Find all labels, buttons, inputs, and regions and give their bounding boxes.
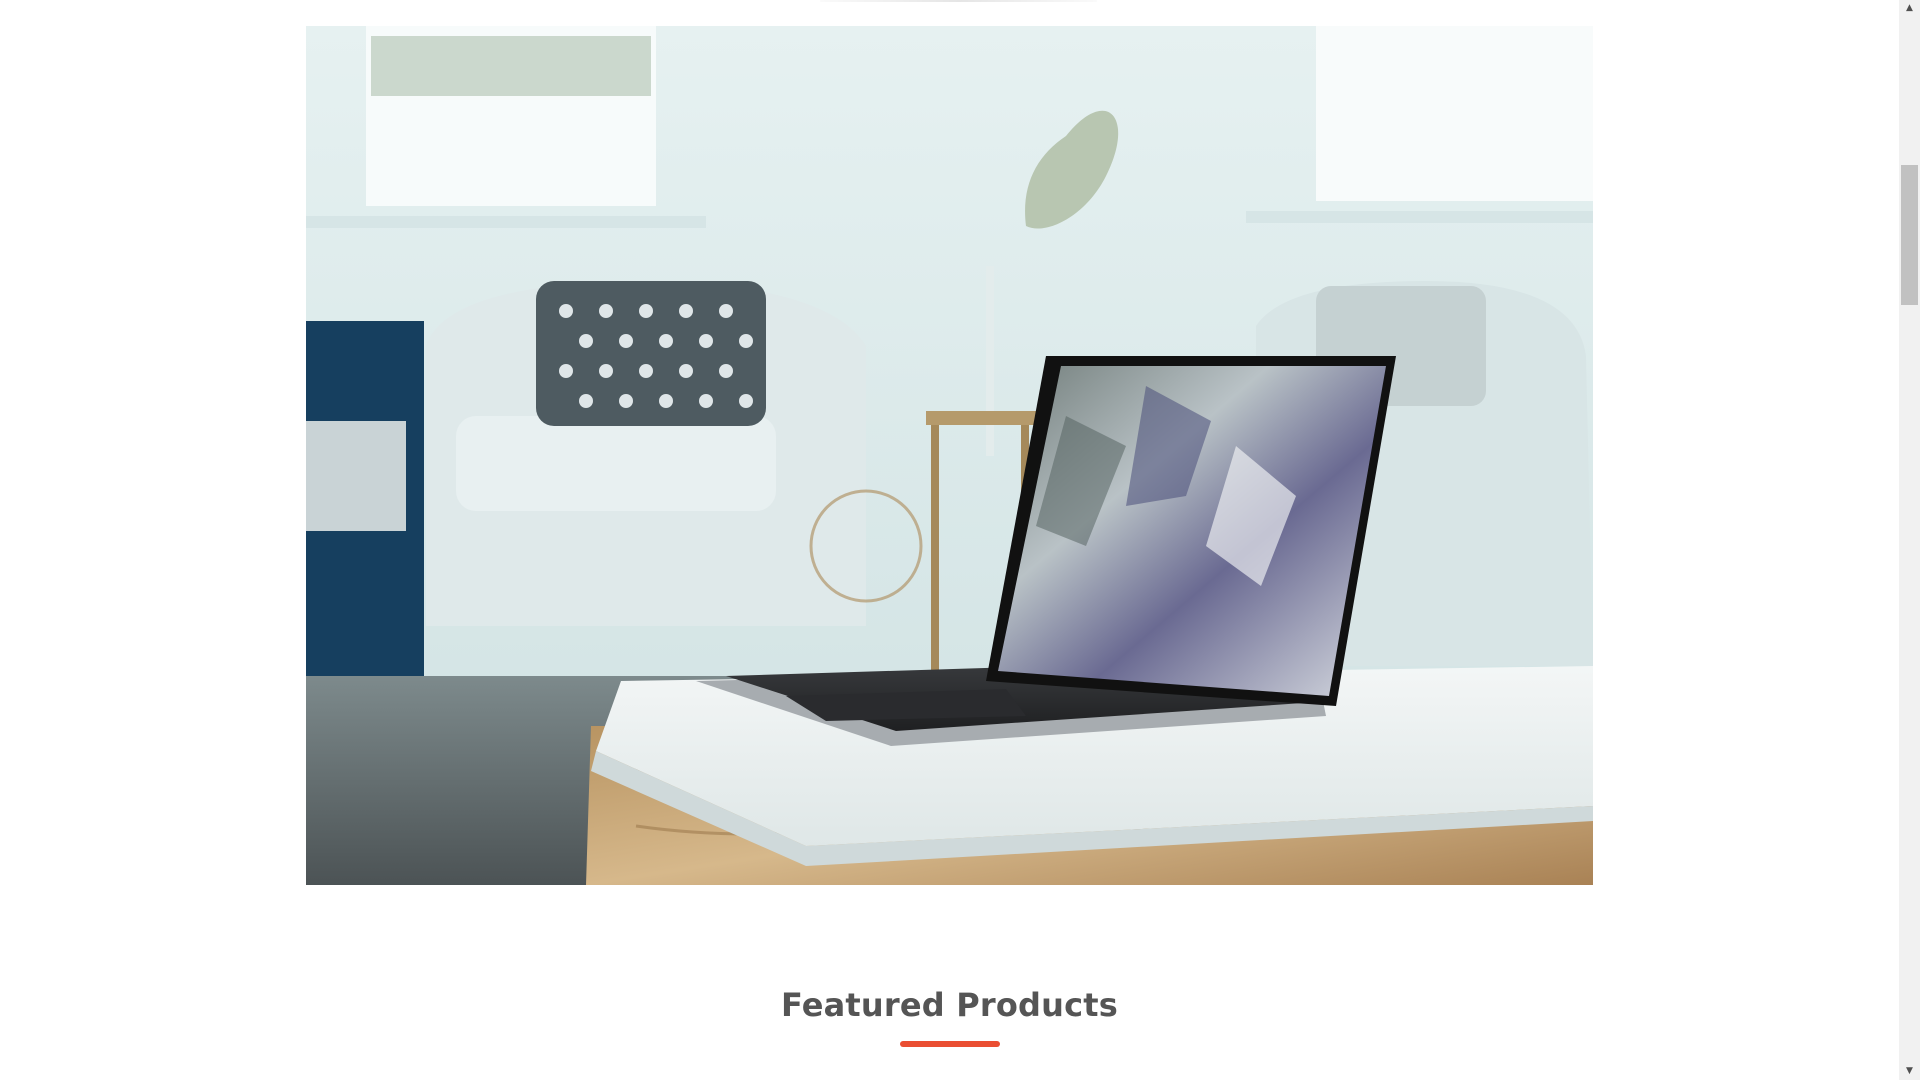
section-divider: [820, 0, 1097, 2]
page: Featured Products: [0, 0, 1899, 1080]
scroll-up-button[interactable]: ▲: [1899, 0, 1920, 17]
title-underline: [900, 1041, 1000, 1047]
hero-illustration: [306, 26, 1593, 885]
page-scrollbar[interactable]: ▲ ▼: [1899, 0, 1920, 1080]
scroll-down-button[interactable]: ▼: [1899, 1063, 1920, 1080]
scroll-thumb[interactable]: [1901, 165, 1918, 305]
featured-products-title: Featured Products: [780, 986, 1119, 1024]
hero-image: [306, 26, 1593, 885]
triangle-down-icon: ▼: [1906, 1066, 1913, 1076]
triangle-up-icon: ▲: [1906, 3, 1913, 13]
